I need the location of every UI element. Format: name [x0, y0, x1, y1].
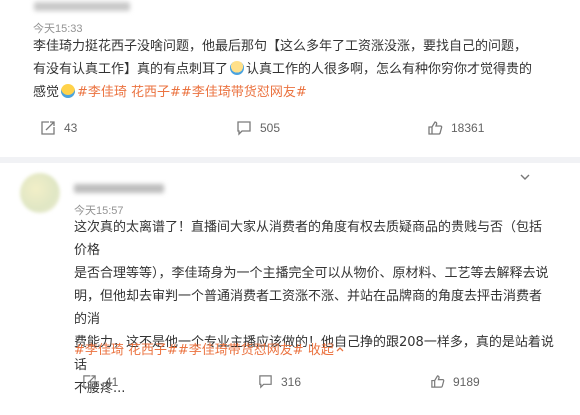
post-text-line: 感觉 #李佳琦 花西子##李佳琦带货怼网友#: [33, 81, 573, 104]
repost-icon: [83, 375, 96, 388]
post-card-2: 今天15:57 这次真的太离谱了！直播间大家从消费者的角度有权去质疑商品的贵贱与…: [0, 163, 580, 415]
post-text-segment: 有没有认真工作】真的有点刺耳了: [33, 62, 229, 77]
like-count: 18361: [451, 121, 485, 135]
comment-count: 316: [281, 374, 302, 389]
hashtag-link[interactable]: #李佳琦 花西子##李佳琦带货怼网友#: [74, 343, 304, 358]
post-text-line: 这次真的太离谱了！直播间大家从消费者的角度有权去质疑商品的贵贱与否（包括价格: [74, 220, 543, 258]
post-text-line: 有没有认真工作】真的有点刺耳了 认真工作的人很多啊，怎么有种你穷你才觉得贵的: [33, 58, 573, 81]
avatar[interactable]: [20, 173, 60, 213]
chevron-down-icon[interactable]: [518, 170, 532, 184]
like-button[interactable]: 18361: [427, 120, 484, 136]
username-blurred[interactable]: [34, 2, 130, 11]
post-tags-row: #李佳琦 花西子##李佳琦带货怼网友# 收起: [74, 339, 345, 362]
repost-button[interactable]: 43: [40, 120, 77, 136]
comment-icon: [259, 375, 272, 389]
post-text: 这次真的太离谱了！直播间大家从消费者的角度有权去质疑商品的贵贱与否（包括价格 是…: [74, 216, 554, 400]
emoji-crying-icon: [61, 84, 76, 98]
post-text-line: 李佳琦力挺花西子没啥问题，他最后那句【这么多年了工资涨没涨，要找自己的问题，: [33, 39, 528, 54]
comment-button[interactable]: 316: [258, 374, 301, 389]
emoji-sad-icon: [230, 61, 245, 75]
collapse-label: 收起: [307, 343, 334, 358]
comment-count: 505: [260, 121, 281, 135]
like-count: 9189: [453, 374, 480, 389]
comment-button[interactable]: 505: [236, 120, 280, 136]
post-text: 李佳琦力挺花西子没啥问题，他最后那句【这么多年了工资涨没涨，要找自己的问题， 有…: [33, 35, 573, 104]
post-text-line: 明，但他却去审判一个普通消费者工资涨不涨、并站在品牌商的角度去抨击消费者的消: [74, 289, 543, 327]
hashtag-link[interactable]: #李佳琦 花西子##李佳琦带货怼网友#: [77, 85, 307, 100]
like-icon: [428, 121, 443, 135]
like-icon: [431, 375, 445, 388]
repost-icon: [41, 121, 55, 135]
like-button[interactable]: 9189: [430, 374, 480, 389]
repost-count: 43: [64, 121, 78, 135]
post-text-line: 不腰疼...: [74, 381, 126, 396]
repost-count: 41: [105, 374, 119, 389]
username-blurred[interactable]: [74, 184, 164, 193]
post-time: 今天15:33: [33, 23, 83, 35]
chevron-up-icon: [336, 347, 344, 352]
collapse-link[interactable]: 收起: [308, 343, 345, 358]
post-text-segment: 感觉: [33, 85, 60, 100]
post-card-1: 今天15:33 李佳琦力挺花西子没啥问题，他最后那句【这么多年了工资涨没涨，要找…: [0, 0, 580, 157]
post-text-segment: 认真工作的人很多啊，怎么有种你穷你才觉得贵的: [246, 62, 533, 77]
repost-button[interactable]: 41: [82, 374, 118, 389]
post-text-line: 是否合理等等），李佳琦身为一个主播完全可以从物价、原材料、工艺等去解释去说: [74, 266, 549, 281]
comment-icon: [237, 121, 251, 136]
